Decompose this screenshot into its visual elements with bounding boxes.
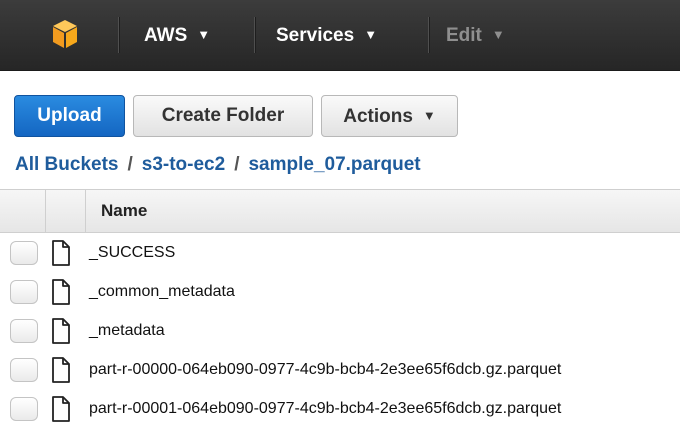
select-column-header — [0, 190, 46, 232]
table-row[interactable]: _metadata — [0, 311, 680, 350]
actions-button-label: Actions — [343, 106, 413, 127]
icon-column-header — [46, 190, 86, 232]
chevron-down-icon: ▼ — [197, 27, 211, 42]
row-checkbox[interactable] — [10, 280, 38, 304]
breadcrumb-bucket[interactable]: s3-to-ec2 — [142, 154, 225, 175]
breadcrumb-separator: / — [234, 154, 240, 175]
create-folder-button[interactable]: Create Folder — [133, 95, 313, 137]
table-header: Name — [0, 189, 680, 233]
name-column-header[interactable]: Name — [101, 190, 147, 232]
nav-divider — [118, 17, 119, 53]
chevron-down-icon: ▼ — [364, 27, 378, 42]
nav-divider — [254, 17, 255, 53]
row-checkbox[interactable] — [10, 358, 38, 382]
file-icon — [52, 279, 70, 305]
aws-cube-icon[interactable] — [52, 19, 78, 49]
upload-button[interactable]: Upload — [14, 95, 125, 137]
table-row[interactable]: part-r-00000-064eb090-0977-4c9b-bcb4-2e3… — [0, 350, 680, 389]
breadcrumb-separator: / — [127, 154, 133, 175]
breadcrumb-all-buckets[interactable]: All Buckets — [15, 154, 118, 175]
file-icon — [52, 240, 70, 266]
chevron-down-icon: ▼ — [422, 108, 436, 123]
file-name[interactable]: part-r-00001-064eb090-0977-4c9b-bcb4-2e3… — [89, 389, 561, 428]
nav-menu-services[interactable]: Services ▼ — [276, 22, 377, 48]
file-icon — [52, 396, 70, 422]
file-name[interactable]: part-r-00000-064eb090-0977-4c9b-bcb4-2e3… — [89, 350, 561, 389]
table-row[interactable]: _SUCCESS — [0, 233, 680, 272]
nav-divider — [428, 17, 429, 53]
file-name[interactable]: _metadata — [89, 311, 165, 350]
table-row[interactable]: _common_metadata — [0, 272, 680, 311]
file-table: Name _SUCCESS _common_metadata _metadata — [0, 189, 680, 428]
nav-menu-aws[interactable]: AWS ▼ — [144, 22, 210, 48]
nav-menu-edit-label: Edit — [446, 25, 482, 46]
breadcrumb: All Buckets / s3-to-ec2 / sample_07.parquet — [15, 152, 421, 178]
nav-menu-edit[interactable]: Edit ▼ — [446, 22, 505, 48]
file-name[interactable]: _common_metadata — [89, 272, 235, 311]
nav-menu-services-label: Services — [276, 25, 355, 46]
breadcrumb-folder[interactable]: sample_07.parquet — [248, 154, 420, 175]
nav-menu-aws-label: AWS — [144, 25, 188, 46]
row-checkbox[interactable] — [10, 319, 38, 343]
chevron-down-icon: ▼ — [491, 27, 505, 42]
row-checkbox[interactable] — [10, 397, 38, 421]
table-row[interactable]: part-r-00001-064eb090-0977-4c9b-bcb4-2e3… — [0, 389, 680, 428]
actions-button[interactable]: Actions ▼ — [321, 95, 458, 137]
file-icon — [52, 318, 70, 344]
row-checkbox[interactable] — [10, 241, 38, 265]
file-name[interactable]: _SUCCESS — [89, 233, 175, 272]
top-navigation-bar: AWS ▼ Services ▼ Edit ▼ — [0, 0, 680, 71]
file-icon — [52, 357, 70, 383]
